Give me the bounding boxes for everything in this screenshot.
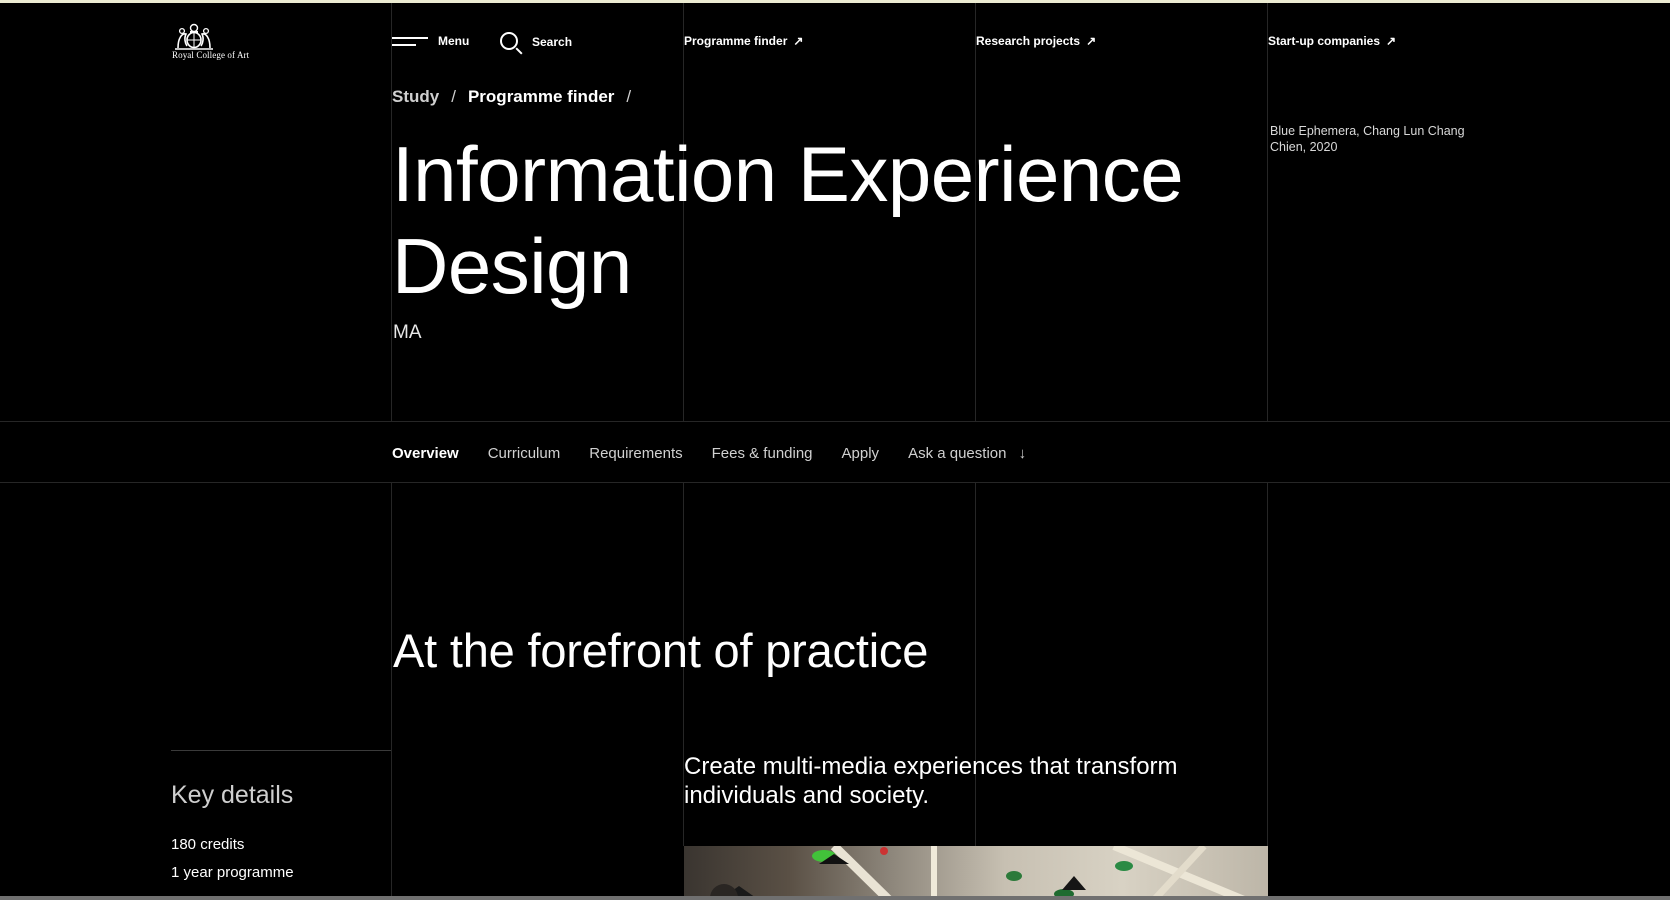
tab-requirements[interactable]: Requirements (589, 445, 682, 462)
degree-label: MA (393, 322, 422, 343)
divider (171, 750, 391, 751)
crest-icon (175, 23, 213, 50)
breadcrumb-separator: / (626, 87, 632, 106)
grid-line (1267, 3, 1268, 421)
grid-line (0, 421, 1670, 422)
breadcrumb-study[interactable]: Study (392, 87, 439, 107)
nav-link-research-projects[interactable]: Research projects ↗ (976, 34, 1096, 48)
breadcrumb: Study / Programme finder / (392, 87, 631, 107)
photo-scene (710, 846, 1246, 900)
grid-line (0, 482, 1670, 483)
menu-label: Menu (438, 34, 470, 48)
key-details-title: Key details (171, 781, 294, 809)
image-caption: Blue Ephemera, Chang Lun Chang Chien, 20… (1270, 124, 1465, 154)
external-arrow-icon: ↗ (1386, 34, 1397, 48)
nav-link-label: Start-up companies (1268, 34, 1381, 48)
rca-logo[interactable]: Royal College of Art (172, 22, 272, 60)
section-tabs: Overview Curriculum Requirements Fees & … (392, 445, 1055, 462)
page-title: Information Experience Design (392, 130, 1184, 310)
breadcrumb-programme-finder[interactable]: Programme finder (468, 87, 614, 107)
tab-ask-a-question[interactable]: Ask a question ↓ (908, 445, 1026, 462)
hamburger-icon (392, 35, 428, 47)
search-icon (500, 32, 518, 50)
window-bottom-bar (0, 896, 1670, 900)
search-label: Search (532, 35, 573, 49)
nav-link-label: Programme finder (684, 34, 788, 48)
tab-curriculum[interactable]: Curriculum (488, 445, 561, 462)
tab-fees-funding[interactable]: Fees & funding (712, 445, 813, 462)
grid-line (391, 483, 392, 900)
grid-line (1267, 483, 1268, 846)
tab-apply[interactable]: Apply (842, 445, 880, 462)
top-accent-line (0, 0, 1670, 3)
key-detail-item: 180 credits (171, 836, 245, 853)
menu-button[interactable]: Menu (392, 34, 469, 48)
tab-label: Ask a question (908, 445, 1007, 462)
logo-text: Royal College of Art (172, 50, 250, 60)
tab-overview[interactable]: Overview (392, 445, 459, 462)
nav-link-programme-finder[interactable]: Programme finder ↗ (684, 34, 803, 48)
programme-photo (684, 846, 1268, 900)
section-heading: At the forefront of practice (393, 624, 929, 677)
nav-link-start-up-companies[interactable]: Start-up companies ↗ (1268, 34, 1396, 48)
arrow-down-icon: ↓ (1018, 445, 1027, 462)
key-detail-item: 1 year programme (171, 864, 294, 881)
breadcrumb-separator: / (451, 87, 456, 106)
external-arrow-icon: ↗ (1086, 34, 1097, 48)
nav-link-label: Research projects (976, 34, 1081, 48)
search-button[interactable]: Search (500, 32, 572, 50)
external-arrow-icon: ↗ (793, 34, 804, 48)
intro-text: Create multi-media experiences that tran… (684, 753, 1178, 809)
